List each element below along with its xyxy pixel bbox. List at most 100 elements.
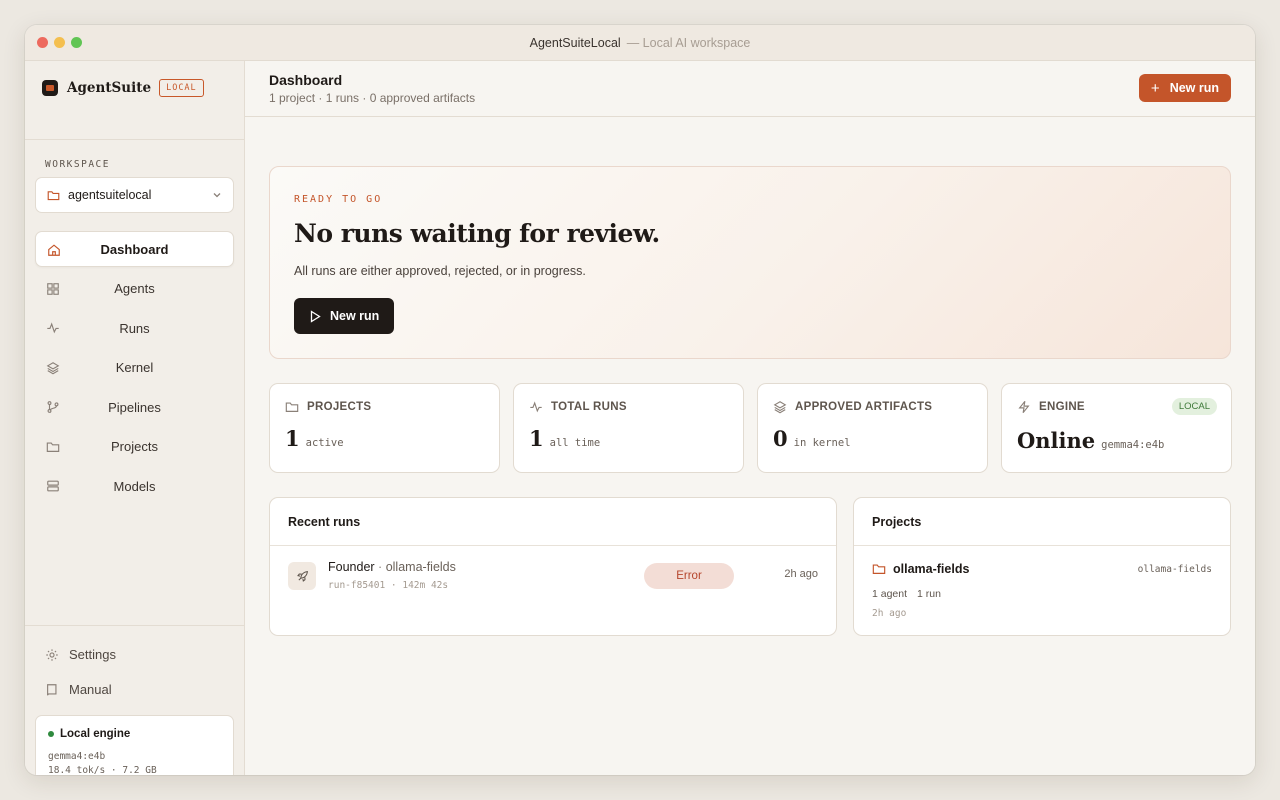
panel-title: Recent runs: [288, 515, 361, 529]
workspace-label: WORKSPACE: [45, 159, 110, 170]
stat-header: APPROVED ARTIFACTS: [773, 400, 932, 414]
local-engine-card: Local engine gemma4:e4b 18.4 tok/s · 7.2…: [35, 715, 234, 775]
stat-card-projects: PROJECTS 1 active: [269, 383, 500, 473]
hero-new-run-button[interactable]: New run: [294, 298, 394, 334]
page-subtitle: 1 project · 1 runs · 0 approved artifact…: [269, 91, 476, 105]
stat-header: PROJECTS: [285, 400, 371, 414]
folder-icon: [47, 190, 60, 200]
settings-link[interactable]: Settings: [45, 647, 116, 662]
stat-label: PROJECTS: [307, 401, 372, 413]
sidebar-item-label: Projects: [111, 439, 158, 454]
panel-header: Projects: [854, 498, 1230, 546]
engine-stats: 18.4 tok/s · 7.2 GB: [48, 765, 157, 775]
project-agent-count: 1 agent: [872, 588, 908, 600]
engine-model: gemma4:e4b: [48, 751, 106, 762]
engine-card-header: Local engine: [48, 728, 130, 740]
brand-badge: LOCAL: [159, 79, 204, 97]
server-icon: [47, 480, 59, 492]
stat-label: TOTAL RUNS: [551, 401, 627, 413]
sidebar-footer-divider: [25, 625, 244, 626]
panel-title: Projects: [872, 515, 922, 529]
projects-panel: Projects ollama-fields ollama-fields 1 a…: [853, 497, 1231, 636]
page-header: Dashboard 1 project · 1 runs · 0 approve…: [245, 61, 1255, 117]
stat-card-total-runs: TOTAL RUNS 1 all time: [513, 383, 744, 473]
sidebar-item-label: Models: [113, 478, 156, 494]
main-content: Dashboard 1 project · 1 runs · 0 approve…: [245, 61, 1255, 775]
stat-value-row: Online gemma4:e4b: [1017, 428, 1164, 453]
sidebar-item-agents[interactable]: Agents: [35, 271, 234, 307]
stat-value: 0: [773, 426, 788, 451]
hero-eyebrow: READY TO GO: [294, 194, 383, 205]
window-title: AgentSuiteLocal — Local AI workspace: [25, 36, 1255, 50]
stat-unit: active: [305, 437, 344, 449]
sidebar-item-label: Dashboard: [100, 241, 169, 257]
folder-icon: [872, 564, 886, 574]
project-name: ollama-fields: [872, 562, 969, 576]
stat-header: TOTAL RUNS: [529, 400, 627, 414]
sidebar-item-label: Kernel: [115, 360, 154, 375]
sidebar-item-projects[interactable]: Projects: [35, 429, 234, 465]
sidebar-item-label: Runs: [119, 320, 150, 336]
sidebar: AgentSuite LOCAL WORKSPACE agentsuiteloc…: [25, 61, 245, 775]
sidebar-item-kernel[interactable]: Kernel: [35, 350, 234, 386]
home-icon: [48, 244, 60, 256]
stat-unit: in kernel: [793, 437, 851, 449]
manual-label: Manual: [69, 682, 112, 697]
rocket-icon: [296, 570, 308, 582]
play-icon: [310, 309, 321, 323]
sidebar-item-label: Pipelines: [108, 399, 161, 415]
run-avatar: [288, 562, 316, 590]
workspace-select-value: agentsuitelocal: [68, 188, 152, 202]
brand-name: AgentSuite: [67, 80, 152, 96]
hero-button-label: New run: [330, 309, 380, 323]
activity-icon: [530, 401, 542, 413]
activity-icon: [47, 322, 59, 334]
new-run-button[interactable]: + New run: [1138, 74, 1231, 102]
sidebar-item-pipelines[interactable]: Pipelines: [35, 389, 234, 425]
engine-card-title: Local engine: [60, 728, 131, 740]
hero-subtitle: All runs are either approved, rejected, …: [294, 264, 586, 278]
plus-icon: +: [1150, 79, 1160, 97]
layers-icon: [773, 401, 787, 414]
gear-icon: [46, 648, 58, 661]
title-bar: AgentSuiteLocal — Local AI workspace: [25, 25, 1255, 61]
git-branch-icon: [47, 401, 59, 413]
manual-link[interactable]: Manual: [45, 682, 112, 697]
page-title: Dashboard: [269, 72, 343, 88]
run-project: ollama-fields: [385, 560, 456, 574]
window-title-text: AgentSuiteLocal: [529, 36, 621, 50]
window-subtitle: — Local AI workspace: [626, 36, 751, 50]
app-window: AgentSuiteLocal — Local AI workspace Agen…: [25, 25, 1255, 775]
project-stats: 1 agent 1 run: [872, 588, 941, 600]
stat-value-row: 0 in kernel: [773, 426, 851, 451]
stat-header: ENGINE: [1017, 400, 1085, 414]
folder-icon: [46, 441, 60, 452]
book-icon: [47, 683, 57, 695]
hero-title: No runs waiting for review.: [294, 219, 660, 248]
stat-unit: all time: [549, 437, 601, 449]
zap-icon: [1018, 400, 1030, 414]
folder-icon: [285, 402, 299, 412]
stat-value: 1: [529, 426, 544, 451]
sidebar-item-dashboard[interactable]: Dashboard: [35, 231, 234, 267]
workspace-select[interactable]: agentsuitelocal: [35, 177, 234, 213]
run-meta: run-f85401 · 142m 42s: [328, 580, 449, 591]
sidebar-divider: [25, 139, 244, 140]
sidebar-item-models[interactable]: Models: [35, 468, 234, 504]
stat-value: Online: [1017, 428, 1096, 453]
engine-local-badge: LOCAL: [1171, 398, 1217, 415]
stat-value: 1: [285, 426, 300, 451]
stat-label: ENGINE: [1039, 401, 1085, 413]
project-run-count: 1 run: [917, 588, 941, 600]
new-run-button-label: New run: [1169, 81, 1219, 95]
run-separator: ·: [378, 560, 383, 574]
recent-runs-panel: Recent runs Founder · ollama-fields run-…: [269, 497, 837, 636]
review-hero-card: READY TO GO No runs waiting for review. …: [269, 166, 1231, 359]
app-logo-icon: [42, 80, 58, 96]
run-title: Founder · ollama-fields: [328, 560, 456, 574]
status-badge: Error: [644, 563, 734, 589]
sidebar-item-runs[interactable]: Runs: [35, 310, 234, 346]
sidebar-nav: Dashboard Agents Runs Kernel Pipelines P…: [35, 231, 234, 508]
run-agent: Founder: [328, 560, 375, 574]
panel-header: Recent runs: [270, 498, 836, 546]
